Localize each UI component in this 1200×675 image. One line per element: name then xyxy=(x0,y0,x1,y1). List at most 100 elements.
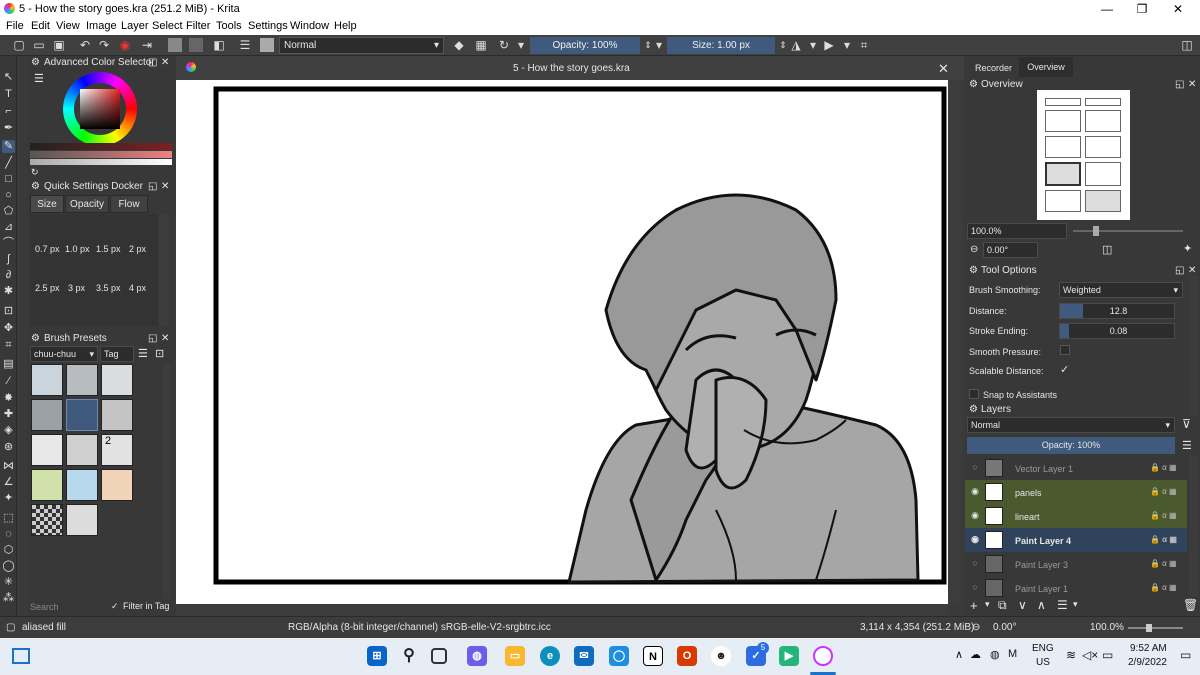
gradient-swatch-icon[interactable] xyxy=(189,38,203,52)
chevron-down-icon[interactable]: ▾ xyxy=(652,38,666,52)
undo-icon[interactable]: ↶ xyxy=(78,38,92,52)
gradient-tool-icon[interactable]: ▤ xyxy=(2,358,15,371)
fg-bg-color-icon[interactable]: ◧ xyxy=(212,38,226,52)
tray-app-icon[interactable]: M xyxy=(1008,648,1017,660)
float-docker-icon[interactable]: ◱ xyxy=(1175,78,1184,91)
menu-tools[interactable]: Tools xyxy=(216,20,242,32)
polygon-tool-icon[interactable]: ⬠ xyxy=(2,205,15,218)
gear-icon[interactable]: ⚙ xyxy=(31,180,40,193)
blend-mode-select[interactable]: Normal ▾ xyxy=(279,37,444,54)
brush-preset-tile[interactable]: 2 xyxy=(101,434,133,466)
close-docker-icon[interactable]: ✕ xyxy=(161,180,169,193)
brush-preset-tile[interactable] xyxy=(31,399,63,431)
stroke-ending-slider[interactable]: 0.08 xyxy=(1059,323,1175,339)
vpn-app-icon[interactable]: ▶ xyxy=(779,646,799,666)
canvas-horizontal-scrollbar[interactable] xyxy=(176,604,948,616)
colorspace-label[interactable]: RGB/Alpha (8-bit integer/channel) sRGB-e… xyxy=(288,622,551,633)
enclose-fill-tool-icon[interactable]: ⊛ xyxy=(2,441,15,454)
eraser-mode-icon[interactable]: ◆ xyxy=(452,38,466,52)
mirror-vertical-icon[interactable]: ▶ xyxy=(822,38,836,52)
reference-tool-icon[interactable]: ✦ xyxy=(2,492,15,505)
close-document-icon[interactable]: ✕ xyxy=(938,61,949,77)
notion-icon[interactable]: N xyxy=(643,646,663,666)
wifi-icon[interactable]: ≋ xyxy=(1066,648,1076,662)
widgets-icon[interactable] xyxy=(12,648,30,664)
layer-flags[interactable]: 🔒 α ▦ xyxy=(1150,583,1177,592)
polygon-select-tool-icon[interactable]: ⬡ xyxy=(2,544,15,557)
preserve-alpha-icon[interactable]: ▦ xyxy=(474,38,488,52)
brush-preset-tile[interactable] xyxy=(66,504,98,536)
size-option[interactable]: 3 px xyxy=(68,283,85,293)
import-icon[interactable]: ⊡ xyxy=(155,347,164,360)
rotate-icon[interactable]: ⊖ xyxy=(972,622,980,633)
krita-taskbar-icon[interactable] xyxy=(813,646,833,666)
onedrive-icon[interactable]: ☁ xyxy=(970,648,981,661)
open-document-icon[interactable]: ▭ xyxy=(32,38,46,52)
filter-checkbox-icon[interactable]: ✓ xyxy=(111,601,119,612)
wraparound-icon[interactable]: ⌗ xyxy=(857,38,871,52)
show-hidden-icons-icon[interactable]: ∧ xyxy=(955,648,963,661)
menu-settings[interactable]: Settings xyxy=(248,20,288,32)
ellipse-select-tool-icon[interactable]: ◌ xyxy=(2,528,15,541)
scalable-distance-checkbox[interactable]: ✓ xyxy=(1060,363,1069,376)
list-view-icon[interactable]: ☰ xyxy=(138,347,148,360)
polyline-tool-icon[interactable]: ⊿ xyxy=(2,221,15,234)
language-indicator[interactable]: ENG xyxy=(1032,643,1054,654)
export-icon[interactable]: ⇥ xyxy=(140,38,154,52)
size-option[interactable]: 2 px xyxy=(129,244,146,254)
add-layer-icon[interactable]: + xyxy=(970,598,978,613)
brush-preset-tile[interactable] xyxy=(31,504,63,536)
close-docker-icon[interactable]: ✕ xyxy=(1188,78,1196,91)
rotate-icon[interactable]: ⊖ xyxy=(970,244,978,255)
contiguous-select-tool-icon[interactable]: ✳ xyxy=(2,576,15,589)
save-icon[interactable]: ▣ xyxy=(52,38,66,52)
size-option[interactable]: 1.5 px xyxy=(96,244,121,254)
close-docker-icon[interactable]: ✕ xyxy=(161,56,169,69)
size-option[interactable]: 0.7 px xyxy=(35,244,60,254)
color-picker-tool-icon[interactable]: ⁄ xyxy=(2,375,15,388)
gear-icon[interactable]: ⚙ xyxy=(969,403,978,416)
layer-row-selected[interactable]: ◉ Paint Layer 4 🔒 α ▦ xyxy=(965,528,1187,552)
office-icon[interactable]: O xyxy=(677,646,697,666)
eye-icon[interactable]: ◉ xyxy=(970,486,980,496)
brush-preset-tile[interactable] xyxy=(66,434,98,466)
brush-preset-tile-selected[interactable] xyxy=(66,399,98,431)
dynamic-brush-tool-icon[interactable]: ∂ xyxy=(2,269,15,282)
size-option[interactable]: 3.5 px xyxy=(96,283,121,293)
size-option[interactable]: 4 px xyxy=(129,283,146,293)
clock-time[interactable]: 9:52 AM xyxy=(1130,643,1167,654)
layer-blend-select[interactable]: Normal ▾ xyxy=(967,417,1175,433)
preset-tag-select[interactable]: chuu-chuu ▾ xyxy=(30,346,98,362)
multibrush-tool-icon[interactable]: ✱ xyxy=(2,285,15,298)
duplicate-layer-icon[interactable]: ⧉ xyxy=(998,598,1007,613)
bezier-tool-icon[interactable]: ⌒ xyxy=(2,237,15,250)
float-docker-icon[interactable]: ◱ xyxy=(148,180,157,193)
file-explorer-icon[interactable]: ▭ xyxy=(505,646,525,666)
volume-muted-icon[interactable]: ◁× xyxy=(1082,648,1098,662)
tab-opacity[interactable]: Opacity xyxy=(65,195,109,213)
minimize-button[interactable]: — xyxy=(1092,1,1122,17)
tab-overview[interactable]: Overview xyxy=(1019,57,1073,77)
zoom-slider[interactable] xyxy=(1073,226,1183,236)
size-spinbox[interactable]: Size: 1.00 px xyxy=(667,37,775,54)
visibility-off-icon[interactable]: ○ xyxy=(970,462,980,472)
color-shade-strip-2[interactable] xyxy=(30,159,172,165)
start-menu-icon[interactable]: ⊞ xyxy=(367,646,387,666)
menu-file[interactable]: File xyxy=(6,20,24,32)
canvas-rotation[interactable]: 0.00° xyxy=(993,622,1016,633)
snap-checkbox[interactable] xyxy=(969,389,979,399)
brush-preset-tile[interactable] xyxy=(31,469,63,501)
preset-search-input[interactable]: Search xyxy=(30,600,106,614)
freehand-path-tool-icon[interactable]: ʃ xyxy=(2,253,15,266)
color-shade-strip-1[interactable] xyxy=(30,151,172,158)
eye-icon[interactable]: ◉ xyxy=(970,510,980,520)
edge-browser-icon[interactable]: e xyxy=(540,646,560,666)
float-docker-icon[interactable]: ◱ xyxy=(148,332,157,345)
layer-row[interactable]: ◉ panels 🔒 α ▦ xyxy=(965,480,1187,504)
layer-flags[interactable]: 🔒 α ▦ xyxy=(1150,511,1177,520)
notifications-icon[interactable]: ▭ xyxy=(1180,648,1191,662)
teams-chat-icon[interactable]: ◍ xyxy=(467,646,487,666)
edit-shapes-tool-icon[interactable]: ⌐ xyxy=(2,105,15,118)
gear-icon[interactable]: ⚙ xyxy=(31,332,40,345)
float-docker-icon[interactable]: ◱ xyxy=(148,56,157,69)
